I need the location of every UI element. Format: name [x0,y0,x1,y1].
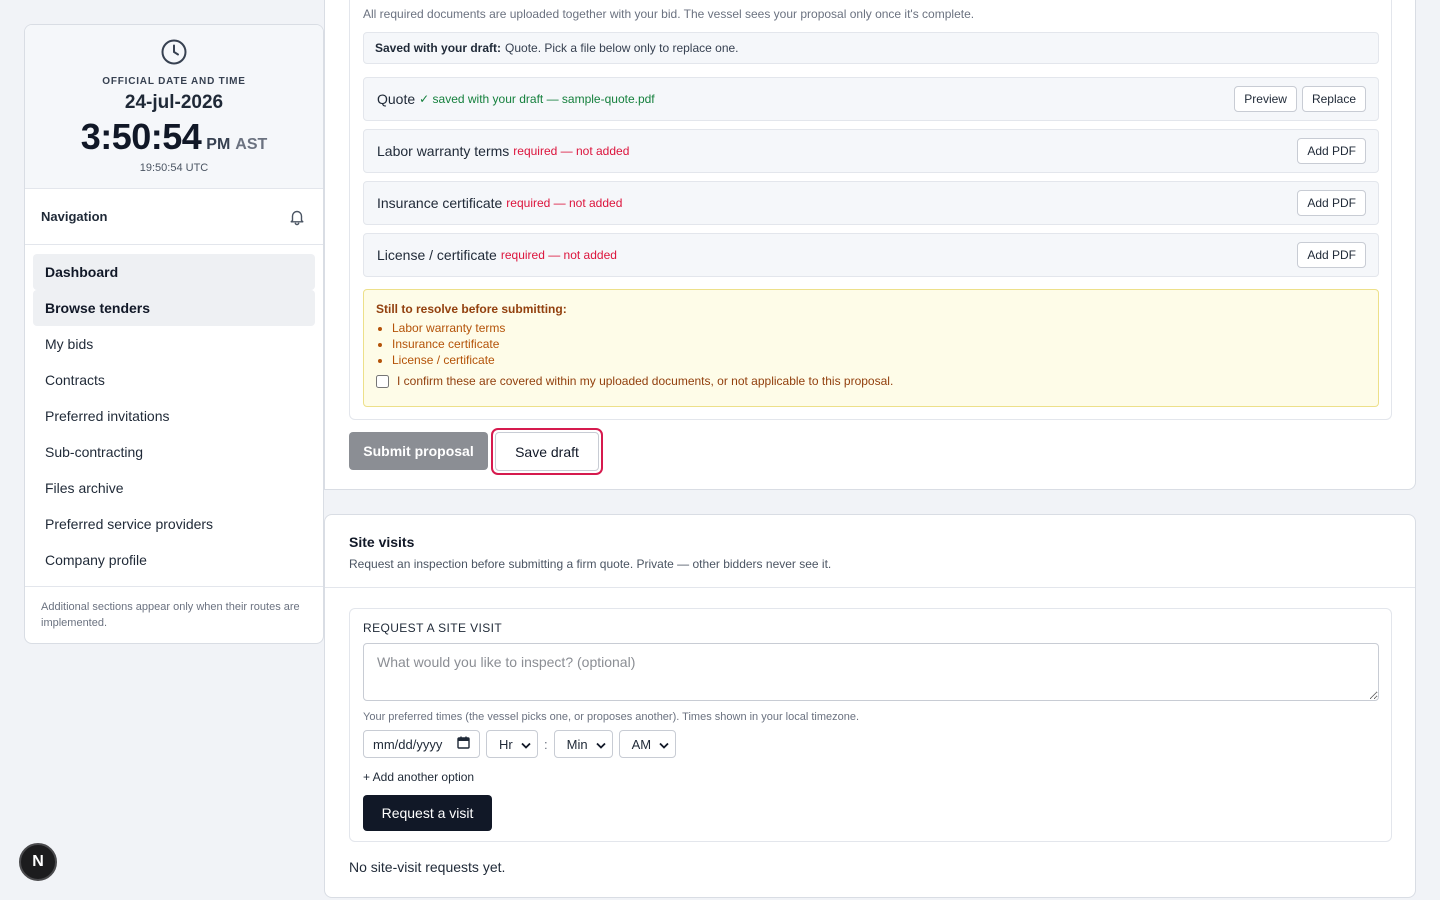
hour-value: Hr [499,736,513,752]
chevron-down-icon [659,737,669,752]
date-input[interactable]: mm/dd/yyyy [363,730,480,758]
sidebar-footer-note: Additional sections appear only when the… [41,601,300,629]
nav-list: Dashboard Browse tenders My bids Contrac… [25,245,323,587]
clock-icon [25,38,323,66]
chevron-down-icon [521,737,531,752]
nav-title: Navigation [41,209,108,224]
sidebar-item-preferred-service-providers[interactable]: Preferred service providers [33,506,315,542]
site-visit-form: REQUEST A SITE VISIT Your preferred time… [349,608,1392,842]
document-name: Quote [377,91,416,107]
saved-draft-label: Saved with your draft: [375,41,502,55]
clock-time: 3:50:54 [80,116,202,157]
site-visits-empty-state: No site-visit requests yet. [349,859,506,875]
confirm-label: I confirm these are covered within my up… [397,374,894,388]
warning-item: Labor warranty terms [392,320,1366,336]
document-status: ✓ saved with your draft — sample-quote.p… [419,92,655,106]
time-option-row: mm/dd/yyyy Hr : Min AM [363,730,1378,758]
sidebar-item-files-archive[interactable]: Files archive [33,470,315,506]
ampm-select[interactable]: AM [618,730,676,758]
add-pdf-button[interactable]: Add PDF [1297,242,1366,268]
document-name: License / certificate [377,247,497,263]
add-pdf-button[interactable]: Add PDF [1297,138,1366,164]
bell-icon[interactable] [287,207,307,227]
proposal-card: All required documents are uploaded toge… [324,0,1416,490]
preview-button[interactable]: Preview [1234,86,1297,112]
calendar-icon[interactable] [457,736,470,752]
confirm-checkbox[interactable] [376,374,389,388]
clock-ampm: PM [206,136,231,153]
dev-tools-badge[interactable]: N [19,843,57,881]
sidebar-item-dashboard[interactable]: Dashboard [33,254,315,290]
saved-draft-notice: Saved with your draft: Quote. Pick a fil… [363,32,1379,64]
sidebar-item-contracts[interactable]: Contracts [33,362,315,398]
document-status: required — not added [513,144,630,158]
chevron-down-icon [595,737,606,752]
preferred-times-hint: Your preferred times (the vessel picks o… [363,711,860,723]
hour-select[interactable]: Hr [486,730,538,758]
warning-list: Labor warranty terms Insurance certifica… [376,320,1366,368]
request-visit-button[interactable]: Request a visit [363,795,492,831]
saved-draft-text: Quote. Pick a file below only to replace… [505,41,739,55]
confirm-row: I confirm these are covered within my up… [376,374,1366,388]
sidebar: OFFICIAL DATE AND TIME 24-jul-2026 3:50:… [24,24,324,644]
document-name: Insurance certificate [377,195,503,211]
date-placeholder: mm/dd/yyyy [373,736,443,752]
site-visit-form-title: REQUEST A SITE VISIT [363,621,503,635]
minute-select[interactable]: Min [553,730,613,758]
site-visits-title: Site visits [349,534,415,550]
document-status: required — not added [506,196,623,210]
sidebar-item-preferred-invitations[interactable]: Preferred invitations [33,398,315,434]
sidebar-item-sub-contracting[interactable]: Sub-contracting [33,434,315,470]
unresolved-warning: Still to resolve before submitting: Labo… [363,289,1379,407]
submit-proposal-button[interactable]: Submit proposal [349,432,488,470]
clock-utc: 19:50:54 UTC [139,162,209,174]
document-name: Labor warranty terms [377,143,510,159]
clock-timezone: AST [235,136,268,153]
sidebar-item-my-bids[interactable]: My bids [33,326,315,362]
time-separator: : [544,736,548,752]
inspection-notes-input[interactable] [363,643,1379,701]
warning-item: Insurance certificate [392,336,1366,352]
document-row-license: License / certificate required — not add… [363,233,1379,277]
sidebar-item-browse-tenders[interactable]: Browse tenders [33,290,315,326]
replace-button[interactable]: Replace [1301,86,1366,112]
site-visits-card: Site visits Request an inspection before… [324,514,1416,898]
site-visits-description: Request an inspection before submitting … [349,557,832,571]
official-clock: OFFICIAL DATE AND TIME 24-jul-2026 3:50:… [25,25,323,189]
documents-section: All required documents are uploaded toge… [349,0,1392,420]
save-draft-focus-ring: Save draft [491,428,603,475]
document-row-insurance: Insurance certificate required — not add… [363,181,1379,225]
add-another-option-link[interactable]: + Add another option [363,770,1378,784]
clock-date: 24-jul-2026 [124,92,224,113]
save-draft-button[interactable]: Save draft [495,432,599,471]
document-row-labor-warranty: Labor warranty terms required — not adde… [363,129,1379,173]
warning-item: License / certificate [392,352,1366,368]
ampm-value: AM [631,736,652,752]
minute-value: Min [566,736,588,752]
document-row-quote: Quote ✓ saved with your draft — sample-q… [363,77,1379,121]
add-pdf-button[interactable]: Add PDF [1297,190,1366,216]
clock-label: OFFICIAL DATE AND TIME [102,76,246,87]
warning-title: Still to resolve before submitting: [376,302,567,316]
documents-intro: All required documents are uploaded toge… [363,7,975,21]
document-status: required — not added [500,248,617,262]
sidebar-item-company-profile[interactable]: Company profile [33,542,315,578]
